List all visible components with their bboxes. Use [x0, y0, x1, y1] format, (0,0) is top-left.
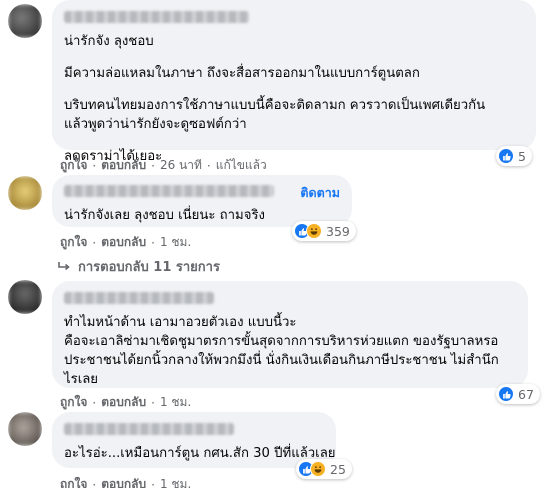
reply-button[interactable]: ตอบกลับ	[101, 233, 146, 252]
timestamp[interactable]: 1 ชม.	[160, 393, 191, 412]
comment-actions: ถูกใจ · ตอบกลับ · 26 นาที · แก้ไขแล้ว	[60, 156, 267, 175]
reaction-summary[interactable]: 359	[292, 221, 356, 241]
reaction-count: 359	[326, 223, 350, 239]
comment-paragraph: อะไรอ่ะ...เหมือนการ์ตูน กศน.สัก 30 ปีที่…	[64, 444, 336, 463]
comment-text-line: คือจะเอาลิซ่ามาเชิดชูมาตรการขั้นสุดจากกา…	[64, 334, 499, 349]
comment-bubble: ทำไมหน้าด้าน เอามาอวยตัวเอง แบบนี้วะคือจ…	[52, 281, 528, 388]
reaction-count: 5	[518, 148, 526, 164]
comment-text-line: บริบทคนไทยมองการใช้ภาษาแบบนี้คือจะติดลาม…	[64, 98, 486, 113]
comment-paragraph: บริบทคนไทยมองการใช้ภาษาแบบนี้คือจะติดลาม…	[64, 96, 524, 134]
reaction-summary[interactable]: 25	[296, 459, 352, 479]
haha-icon	[310, 461, 326, 477]
replies-count-label[interactable]: การตอบกลับ 11 รายการ	[78, 256, 220, 277]
avatar[interactable]	[8, 176, 42, 210]
haha-icon	[306, 223, 322, 239]
follow-button[interactable]: ติดตาม	[300, 183, 340, 202]
like-icon	[498, 386, 514, 402]
comment-text-line: มีความล่อแหลมในภาษา ถึงจะสื่อสารออกมาในแ…	[64, 66, 420, 81]
reaction-summary[interactable]: 5	[496, 146, 532, 166]
reaction-count: 67	[518, 386, 534, 402]
reply-arrow-icon	[58, 261, 70, 270]
timestamp[interactable]: 1 ชม.	[160, 233, 191, 252]
view-replies-link[interactable]: การตอบกลับ 11 รายการ	[58, 256, 220, 277]
comment-text-line: ประชาชนได้ยกนิ้วกลางให้พวกมึงนี่ นั่งกิน…	[64, 353, 499, 368]
comment-paragraph: ทำไมหน้าด้าน เอามาอวยตัวเอง แบบนี้วะคือจ…	[64, 313, 516, 389]
like-button[interactable]: ถูกใจ	[60, 393, 87, 412]
comment-text-line: แล้วพูดว่าน่ารักยังจะดูซอฟต์กว่า	[64, 117, 247, 132]
comment-text-line: อะไรอ่ะ...เหมือนการ์ตูน กศน.สัก 30 ปีที่…	[64, 446, 336, 461]
author-name[interactable]	[64, 11, 249, 23]
comment-bubble: ติดตาม น่ารักจังเลย ลุงชอบ เนี่ยนะ ถามจร…	[52, 175, 352, 227]
like-icon	[498, 148, 514, 164]
edited-label: แก้ไขแล้ว	[215, 158, 267, 172]
comment-actions: ถูกใจ · ตอบกลับ · 1 ชม.	[60, 393, 191, 412]
comment-text-line: ไรเลย	[64, 372, 99, 387]
author-name[interactable]	[64, 185, 274, 197]
comment-paragraph: น่ารักจัง ลุงชอบ	[64, 32, 524, 51]
avatar[interactable]	[8, 412, 42, 446]
avatar[interactable]	[8, 280, 42, 314]
comment-actions: ถูกใจ · ตอบกลับ · 1 ชม.	[60, 475, 191, 488]
comment-bubble: น่ารักจัง ลุงชอบมีความล่อแหลมในภาษา ถึงจ…	[52, 0, 536, 164]
avatar[interactable]	[8, 4, 42, 38]
reply-button[interactable]: ตอบกลับ	[101, 393, 146, 412]
author-name[interactable]	[64, 423, 234, 435]
comment-actions: ถูกใจ · ตอบกลับ · 1 ชม.	[60, 233, 191, 252]
reaction-count: 25	[330, 461, 346, 477]
comment-text-line: น่ารักจัง ลุงชอบ	[64, 34, 154, 49]
reply-button[interactable]: ตอบกลับ	[101, 475, 146, 488]
like-button[interactable]: ถูกใจ	[60, 475, 87, 488]
timestamp[interactable]: 1 ชม.	[160, 475, 191, 488]
author-name[interactable]	[64, 292, 214, 304]
comment-bubble: อะไรอ่ะ...เหมือนการ์ตูน กศน.สัก 30 ปีที่…	[52, 412, 336, 468]
timestamp[interactable]: 26 นาที	[160, 156, 202, 175]
comment-paragraph: มีความล่อแหลมในภาษา ถึงจะสื่อสารออกมาในแ…	[64, 64, 524, 83]
reaction-summary[interactable]: 67	[496, 384, 540, 404]
reply-button[interactable]: ตอบกลับ	[101, 156, 146, 175]
like-button[interactable]: ถูกใจ	[60, 233, 87, 252]
comment-text-line: ทำไมหน้าด้าน เอามาอวยตัวเอง แบบนี้วะ	[64, 315, 297, 330]
like-button[interactable]: ถูกใจ	[60, 156, 87, 175]
